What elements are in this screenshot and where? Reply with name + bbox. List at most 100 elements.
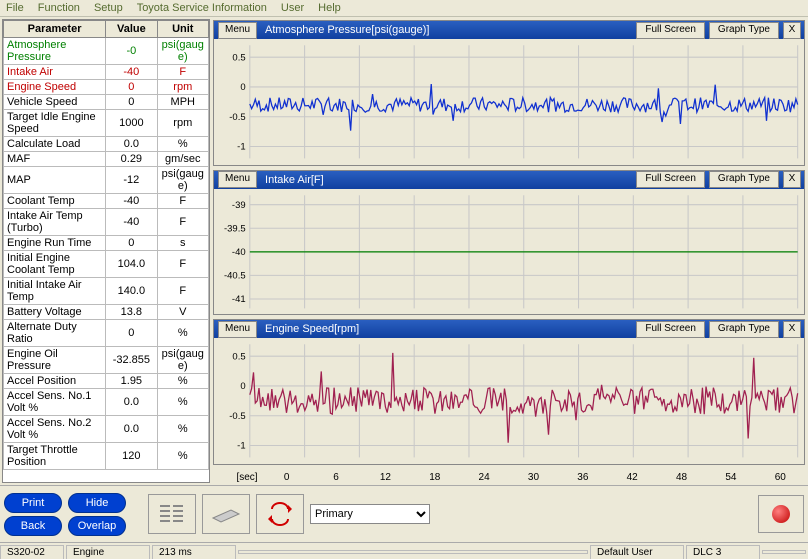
param-name: Accel Sens. No.2 Volt % [4,416,106,443]
table-row[interactable]: Engine Oil Pressure-32.855psi(gauge) [4,347,209,374]
table-row[interactable]: Intake Air Temp (Turbo)-40F [4,209,209,236]
menu-toyota-service-information[interactable]: Toyota Service Information [137,2,267,14]
param-value: 1.95 [106,374,157,389]
graph-menu-button[interactable]: Menu [218,22,257,39]
table-row[interactable]: Accel Position1.95% [4,374,209,389]
plot-area[interactable]: -39-39.5-40-40.5-41 [214,189,804,315]
fullscreen-button[interactable]: Full Screen [636,171,705,188]
param-value: 0 [106,80,157,95]
graph-type-button[interactable]: Graph Type [709,171,779,188]
param-unit: F [157,251,208,278]
param-name: Target Idle Engine Speed [4,110,106,137]
menu-function[interactable]: Function [38,2,80,14]
graph-menu-button[interactable]: Menu [218,171,257,188]
x-tick: 18 [410,472,459,483]
graph-type-button[interactable]: Graph Type [709,22,779,39]
param-unit: rpm [157,110,208,137]
plot-area[interactable]: 0.50-0.5-1 [214,338,804,464]
back-button[interactable]: Back [4,516,62,536]
param-unit: psi(gauge) [157,38,208,65]
sync-icon[interactable] [256,494,304,534]
menu-file[interactable]: File [6,2,24,14]
close-icon[interactable]: X [783,321,801,338]
param-name: Calculate Load [4,137,106,152]
param-value: -0 [106,38,157,65]
close-icon[interactable]: X [783,171,801,188]
bottom-toolbar: Print Back Hide Overlap Primary [0,485,808,542]
table-row[interactable]: Atmosphere Pressure-0psi(gauge) [4,38,209,65]
menu-help[interactable]: Help [318,2,341,14]
table-row[interactable]: Alternate Duty Ratio0% [4,320,209,347]
table-row[interactable]: Initial Intake Air Temp140.0F [4,278,209,305]
status-latency: 213 ms [152,545,236,559]
svg-text:0: 0 [240,381,245,392]
record-icon [772,505,790,523]
status-system: Engine [66,545,150,559]
param-name: Initial Intake Air Temp [4,278,106,305]
param-value: 0.29 [106,152,157,167]
param-name: Initial Engine Coolant Temp [4,251,106,278]
x-tick: 54 [706,472,755,483]
x-tick: 42 [608,472,657,483]
fullscreen-button[interactable]: Full Screen [636,321,705,338]
param-unit: F [157,194,208,209]
param-value: 0.0 [106,389,157,416]
list-view-icon[interactable] [148,494,196,534]
param-unit: % [157,389,208,416]
overlap-button[interactable]: Overlap [68,516,126,536]
param-value: -32.855 [106,347,157,374]
record-button[interactable] [758,495,804,533]
param-name: Intake Air Temp (Turbo) [4,209,106,236]
param-name: Engine Speed [4,80,106,95]
param-name: Engine Oil Pressure [4,347,106,374]
param-unit: % [157,443,208,470]
param-unit: F [157,209,208,236]
status-model: S320-02 [0,545,64,559]
primary-select[interactable]: Primary [310,504,430,524]
param-value: -40 [106,194,157,209]
close-icon[interactable]: X [783,22,801,39]
table-row[interactable]: MAP-12psi(gauge) [4,167,209,194]
device-icon[interactable] [202,494,250,534]
param-name: Alternate Duty Ratio [4,320,106,347]
table-row[interactable]: Target Throttle Position120% [4,443,209,470]
table-row[interactable]: MAF0.29gm/sec [4,152,209,167]
hide-button[interactable]: Hide [68,493,126,513]
table-row[interactable]: Intake Air-40F [4,65,209,80]
table-row[interactable]: Initial Engine Coolant Temp104.0F [4,251,209,278]
table-row[interactable]: Engine Speed0rpm [4,80,209,95]
fullscreen-button[interactable]: Full Screen [636,22,705,39]
param-value: 0.0 [106,137,157,152]
status-connector: DLC 3 [686,545,760,559]
table-row[interactable]: Vehicle Speed0MPH [4,95,209,110]
table-row[interactable]: Calculate Load0.0% [4,137,209,152]
menu-user[interactable]: User [281,2,304,14]
table-row[interactable]: Accel Sens. No.1 Volt %0.0% [4,389,209,416]
param-value: 13.8 [106,305,157,320]
param-unit: F [157,278,208,305]
table-row[interactable]: Engine Run Time0s [4,236,209,251]
menu-setup[interactable]: Setup [94,2,123,14]
param-unit: psi(gauge) [157,167,208,194]
param-name: MAF [4,152,106,167]
status-user: Default User [590,545,684,559]
svg-text:0.5: 0.5 [232,52,245,63]
graph-menu-button[interactable]: Menu [218,321,257,338]
print-button[interactable]: Print [4,493,62,513]
table-row[interactable]: Target Idle Engine Speed1000rpm [4,110,209,137]
table-row[interactable]: Accel Sens. No.2 Volt %0.0% [4,416,209,443]
svg-text:0: 0 [240,82,245,93]
param-value: 0.0 [106,416,157,443]
param-value: -40 [106,65,157,80]
x-tick: 12 [361,472,410,483]
parameter-table: Parameter Value Unit Atmosphere Pressure… [2,19,210,483]
svg-text:-41: -41 [232,294,246,305]
plot-area[interactable]: 0.50-0.5-1 [214,39,804,165]
graph-type-button[interactable]: Graph Type [709,321,779,338]
svg-text:-0.5: -0.5 [229,112,245,123]
param-unit: % [157,320,208,347]
table-row[interactable]: Coolant Temp-40F [4,194,209,209]
table-row[interactable]: Battery Voltage13.8V [4,305,209,320]
col-value: Value [106,21,157,38]
x-axis: [sec]06121824303642485460 [213,469,805,485]
